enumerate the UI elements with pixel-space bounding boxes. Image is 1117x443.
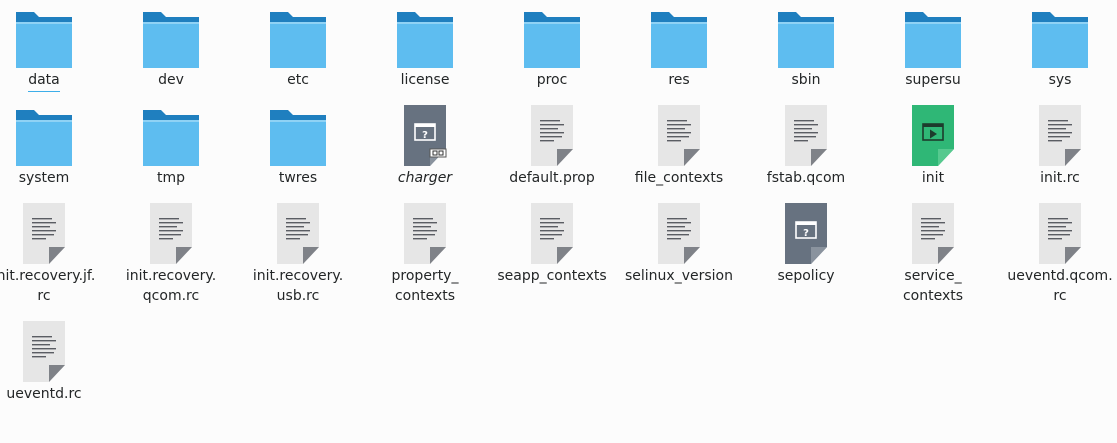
file-name-line: seapp_contexts bbox=[497, 268, 607, 284]
folder-icon bbox=[393, 6, 457, 70]
folder-icon bbox=[12, 6, 76, 70]
file-name-line: rc bbox=[1053, 288, 1067, 304]
file-name-line: fstab.qcom bbox=[766, 170, 846, 186]
file-name-label: proc bbox=[492, 70, 612, 90]
text-file-icon bbox=[520, 202, 584, 266]
selection-underline bbox=[28, 91, 60, 92]
file-name-line: contexts bbox=[394, 288, 456, 304]
file-name-line: system bbox=[18, 170, 70, 186]
file-name-line: res bbox=[668, 72, 690, 88]
file-name-label: ueventd.rc bbox=[0, 384, 104, 404]
text-file-icon bbox=[647, 104, 711, 168]
file-name-label: twres bbox=[238, 168, 358, 188]
file-name-line: rc bbox=[37, 288, 51, 304]
folder-icon bbox=[139, 6, 203, 70]
file-grid: data dev etc license proc res sbin super… bbox=[0, 0, 1117, 443]
text-file-icon bbox=[520, 104, 584, 168]
svg-text:?: ? bbox=[803, 228, 809, 239]
file-name-label: property_ contexts bbox=[365, 266, 485, 306]
file-name-label: res bbox=[619, 70, 739, 90]
file-name-label: service_ contexts bbox=[873, 266, 993, 306]
file-name-line: data bbox=[28, 72, 60, 88]
text-file-icon bbox=[12, 320, 76, 384]
text-file-icon bbox=[901, 202, 965, 266]
file-name-line: qcom.rc bbox=[142, 288, 200, 304]
folder-icon bbox=[774, 6, 838, 70]
file-name-label: sbin bbox=[746, 70, 866, 90]
file-name-line: file_contexts bbox=[634, 170, 724, 186]
file-name-line: supersu bbox=[905, 72, 961, 88]
file-name-label: data bbox=[0, 70, 104, 90]
file-name-label: default.prop bbox=[492, 168, 612, 188]
file-name-label: ueventd.qcom. rc bbox=[1000, 266, 1117, 306]
file-name-label: sepolicy bbox=[746, 266, 866, 286]
folder-icon bbox=[1028, 6, 1092, 70]
svg-text:?: ? bbox=[422, 130, 428, 141]
unknown-file-link-icon: ? bbox=[393, 104, 457, 168]
file-name-line: sbin bbox=[791, 72, 821, 88]
file-name-line: sys bbox=[1048, 72, 1072, 88]
file-name-line: default.prop bbox=[509, 170, 595, 186]
text-file-icon bbox=[647, 202, 711, 266]
file-name-line: contexts bbox=[902, 288, 964, 304]
file-name-line: twres bbox=[278, 170, 318, 186]
file-name-line: property_ bbox=[391, 268, 459, 284]
file-name-label: dev bbox=[111, 70, 231, 90]
folder-icon bbox=[266, 104, 330, 168]
text-file-icon bbox=[12, 202, 76, 266]
folder-icon bbox=[266, 6, 330, 70]
text-file-icon bbox=[393, 202, 457, 266]
file-name-label: charger bbox=[365, 168, 485, 188]
file-name-label: file_contexts bbox=[619, 168, 739, 188]
file-name-line: init.recovery. bbox=[252, 268, 344, 284]
file-name-line: proc bbox=[536, 72, 568, 88]
file-name-line: ueventd.qcom. bbox=[1007, 268, 1113, 284]
folder-icon bbox=[139, 104, 203, 168]
file-name-label: license bbox=[365, 70, 485, 90]
folder-icon bbox=[901, 6, 965, 70]
file-name-line: usb.rc bbox=[276, 288, 320, 304]
file-name-label: sys bbox=[1000, 70, 1117, 90]
file-name-label: system bbox=[0, 168, 104, 188]
file-name-label: selinux_version bbox=[619, 266, 739, 286]
file-name-line: selinux_version bbox=[625, 268, 733, 284]
file-name-label: etc bbox=[238, 70, 358, 90]
file-name-label: supersu bbox=[873, 70, 993, 90]
file-name-label: init.rc bbox=[1000, 168, 1117, 188]
file-name-line: init.recovery. bbox=[125, 268, 217, 284]
file-name-label: init.recovery.jf. rc bbox=[0, 266, 104, 306]
file-name-line: init bbox=[921, 170, 945, 186]
executable-icon bbox=[901, 104, 965, 168]
text-file-icon bbox=[1028, 202, 1092, 266]
file-name-line: init.rc bbox=[1040, 170, 1080, 186]
file-name-line: sepolicy bbox=[777, 268, 835, 284]
file-name-line: charger bbox=[397, 170, 453, 186]
file-name-line: service_ bbox=[904, 268, 962, 284]
file-name-label: tmp bbox=[111, 168, 231, 188]
file-name-label: init bbox=[873, 168, 993, 188]
unknown-file-icon: ? bbox=[774, 202, 838, 266]
text-file-icon bbox=[266, 202, 330, 266]
file-name-label: init.recovery. usb.rc bbox=[238, 266, 358, 306]
text-file-icon bbox=[139, 202, 203, 266]
file-name-line: etc bbox=[287, 72, 309, 88]
file-name-line: license bbox=[400, 72, 450, 88]
folder-icon bbox=[520, 6, 584, 70]
file-name-line: init.recovery.jf. bbox=[0, 268, 96, 284]
file-name-line: ueventd.rc bbox=[6, 386, 82, 402]
file-name-label: init.recovery. qcom.rc bbox=[111, 266, 231, 306]
text-file-icon bbox=[1028, 104, 1092, 168]
file-name-label: seapp_contexts bbox=[492, 266, 612, 286]
folder-icon bbox=[647, 6, 711, 70]
file-name-line: dev bbox=[158, 72, 184, 88]
text-file-icon bbox=[774, 104, 838, 168]
folder-icon bbox=[12, 104, 76, 168]
file-name-line: tmp bbox=[156, 170, 185, 186]
file-name-label: fstab.qcom bbox=[746, 168, 866, 188]
